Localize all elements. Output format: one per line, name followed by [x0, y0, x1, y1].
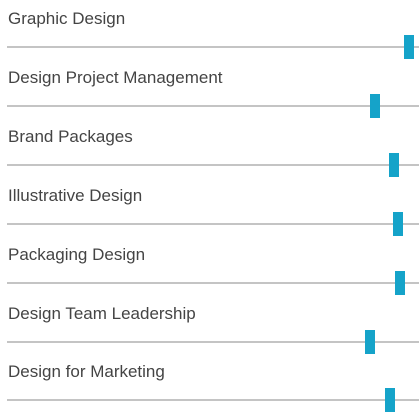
skill-track — [7, 223, 419, 225]
skill-label: Illustrative Design — [8, 186, 143, 205]
skill-label: Design for Marketing — [8, 362, 165, 381]
skill-track — [7, 46, 419, 48]
skill-track — [7, 341, 419, 343]
skill-row: Design Project Management — [0, 59, 419, 118]
skill-track — [7, 282, 419, 284]
skill-level-marker[interactable] — [403, 35, 414, 59]
skill-track — [7, 105, 419, 107]
skill-row: Brand Packages — [0, 118, 419, 177]
skill-row: Design Team Leadership — [0, 295, 419, 354]
skill-label: Graphic Design — [8, 9, 126, 28]
skill-level-marker[interactable] — [384, 388, 395, 412]
skill-level-marker[interactable] — [365, 330, 376, 354]
skill-row: Design for Marketing — [0, 353, 419, 412]
skill-label: Design Project Management — [8, 68, 223, 87]
skill-level-marker[interactable] — [369, 94, 380, 118]
skill-label: Brand Packages — [8, 127, 133, 146]
skill-level-marker[interactable] — [393, 212, 404, 236]
skill-list: Graphic Design Design Project Management… — [0, 0, 419, 412]
skill-level-marker[interactable] — [389, 153, 400, 177]
skill-row: Packaging Design — [0, 236, 419, 295]
skill-track — [7, 399, 419, 401]
skill-track — [7, 164, 419, 166]
skill-label: Design Team Leadership — [8, 304, 196, 323]
skill-row: Illustrative Design — [0, 177, 419, 236]
skill-level-marker[interactable] — [394, 271, 405, 295]
skill-label: Packaging Design — [8, 245, 146, 264]
skill-row: Graphic Design — [0, 0, 419, 59]
